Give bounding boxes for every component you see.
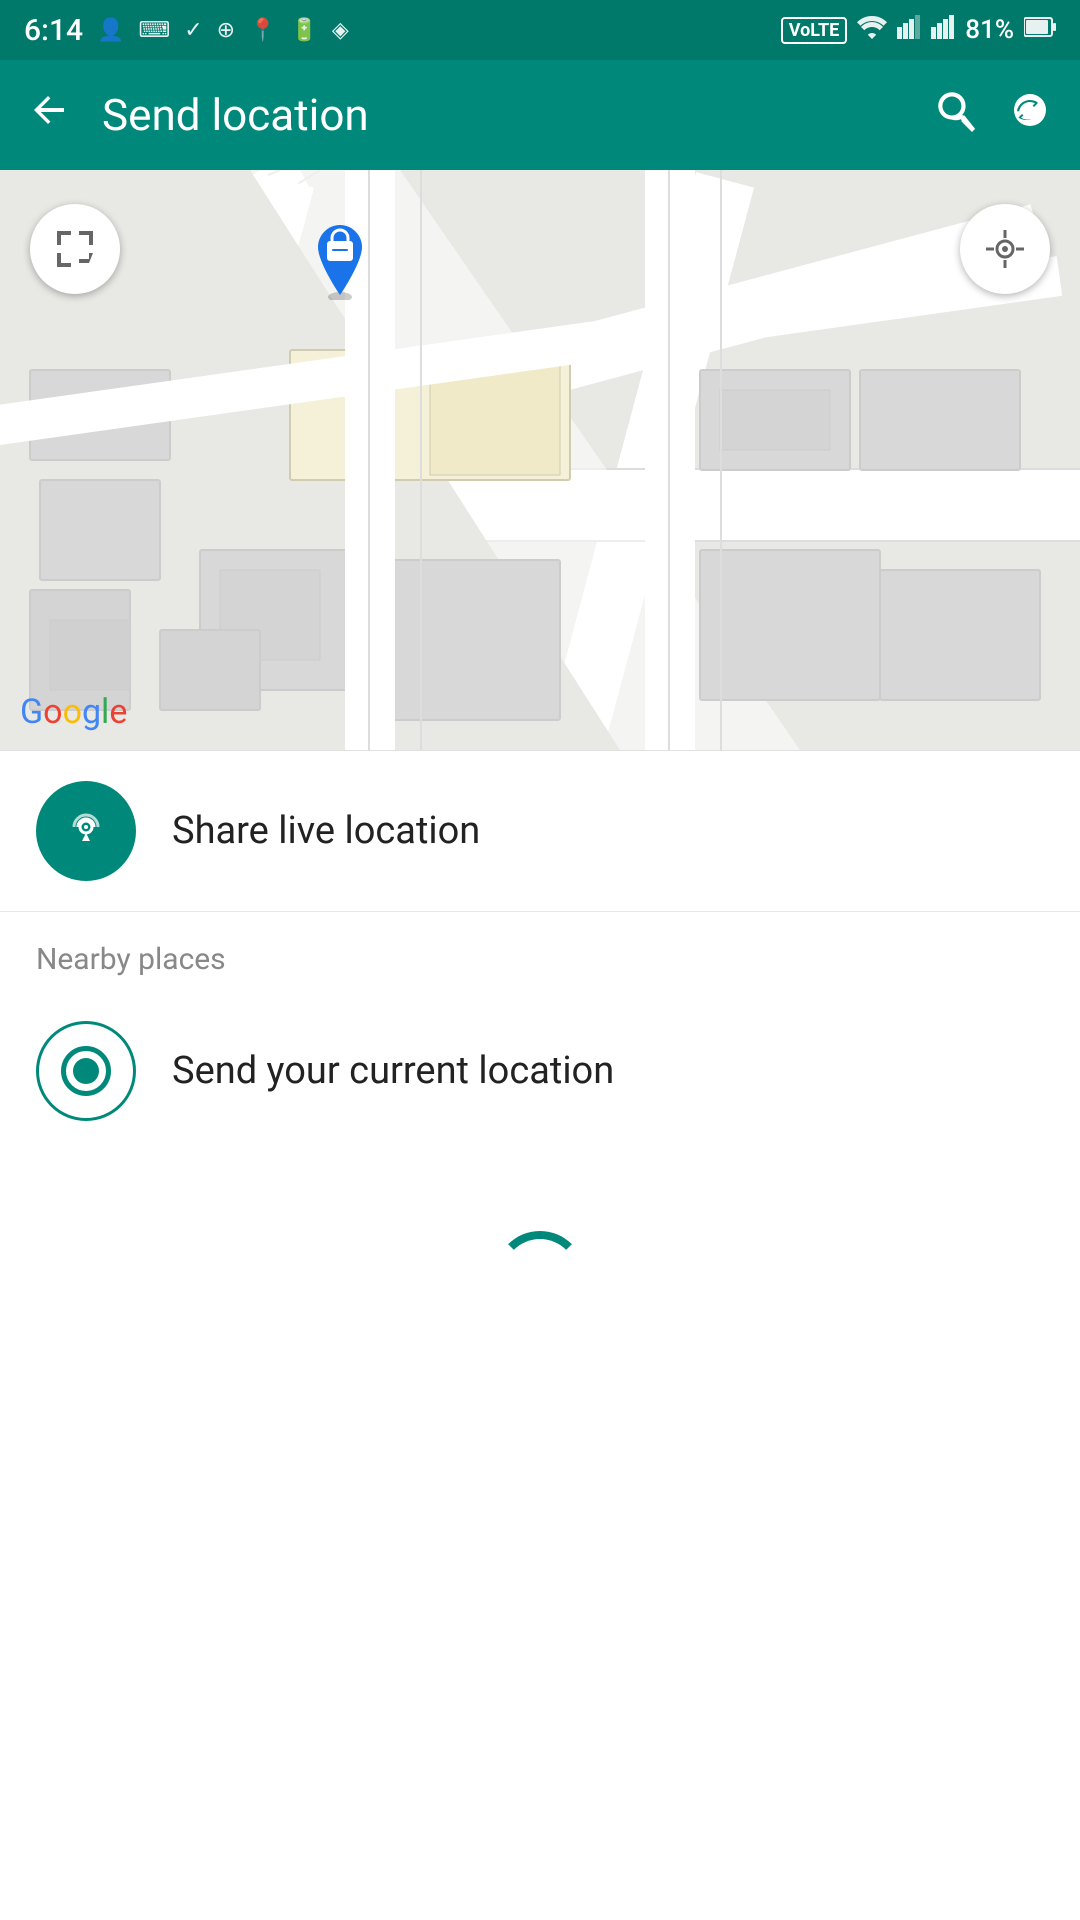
check-icon: ✓	[184, 18, 202, 43]
signal-icon	[897, 15, 921, 45]
back-button[interactable]	[28, 88, 72, 143]
radio-inner	[61, 1046, 111, 1096]
loading-container	[0, 1151, 1080, 1401]
battery-charging-icon: 🔋	[291, 18, 318, 43]
app-bar: Send location	[0, 60, 1080, 170]
my-location-button[interactable]	[960, 204, 1050, 294]
nearby-places-header: Nearby places	[0, 912, 1080, 991]
status-time: 6:14	[24, 13, 83, 48]
send-current-location-item[interactable]: Send your current location	[0, 991, 1080, 1151]
radio-button-circle	[36, 1021, 136, 1121]
status-right: VoLTE 81%	[781, 15, 1056, 45]
refresh-button[interactable]	[1008, 88, 1052, 143]
keyboard-icon: ⌨	[138, 18, 170, 43]
loading-spinner	[495, 1231, 585, 1321]
wifi-icon	[857, 15, 887, 45]
status-left: 6:14 👤 ⌨ ✓ ⊕ 📍 🔋 ◈	[24, 13, 349, 48]
battery-icon	[1024, 15, 1056, 45]
battery-percent: 81%	[965, 15, 1014, 45]
share-live-location-icon-circle	[36, 781, 136, 881]
map-expand-button[interactable]	[30, 204, 120, 294]
volte-badge: VoLTE	[781, 17, 848, 44]
google-branding: Google	[20, 692, 127, 732]
media-icon: ◈	[332, 18, 349, 43]
page-title: Send location	[102, 89, 904, 141]
status-bar: 6:14 👤 ⌨ ✓ ⊕ 📍 🔋 ◈ VoLTE	[0, 0, 1080, 60]
share-live-location-label: Share live location	[172, 809, 480, 853]
map-pin	[310, 225, 370, 304]
radio-dot	[73, 1058, 99, 1084]
location-status-icon: 📍	[249, 18, 276, 43]
profile-icon: 👤	[97, 18, 124, 43]
share-live-location-item[interactable]: Share live location	[0, 751, 1080, 912]
list-section: Share live location Nearby places Send y…	[0, 750, 1080, 1401]
map-container[interactable]: Google	[0, 170, 1080, 750]
send-current-location-label: Send your current location	[172, 1049, 614, 1093]
at-icon: ⊕	[217, 18, 235, 43]
signal2-icon	[931, 15, 955, 45]
search-button[interactable]	[934, 88, 978, 143]
